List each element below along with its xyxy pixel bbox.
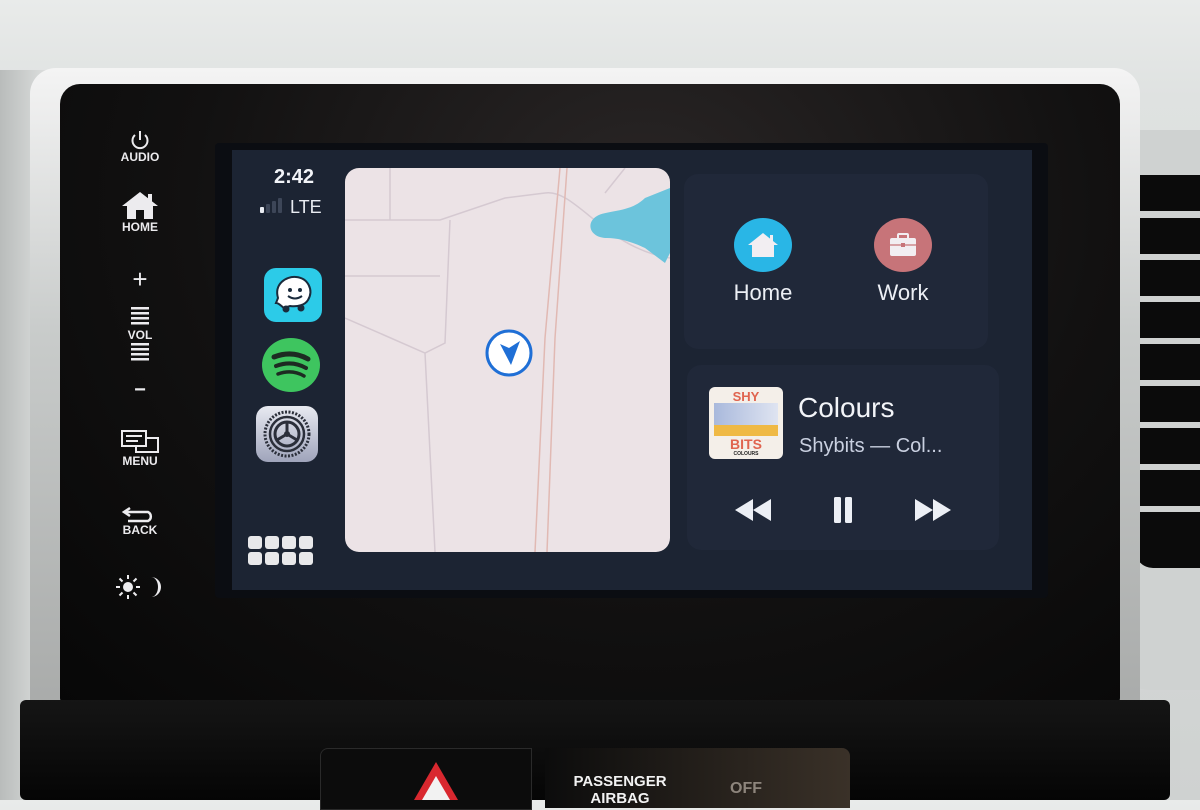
current-location-marker <box>485 329 533 377</box>
power-icon <box>131 131 149 150</box>
waze-icon <box>274 275 312 313</box>
signal-strength-icon <box>260 198 282 213</box>
day-night-button[interactable] <box>95 574 185 600</box>
album-art-sky <box>714 403 778 425</box>
audio-label: AUDIO <box>120 150 160 164</box>
destination-label: Home <box>733 280 793 305</box>
water-body <box>590 188 670 263</box>
dock-app-waze[interactable] <box>264 268 322 322</box>
map-roads <box>345 168 670 552</box>
album-art-top-text: SHY <box>732 389 760 404</box>
vent-slot <box>1135 344 1200 380</box>
destinations-card: Home Work <box>684 174 988 349</box>
home-hard-button[interactable]: HOME <box>95 190 185 234</box>
network-type: LTE <box>290 197 322 217</box>
now-playing-card[interactable]: SHY BITS COLOURS Colours Shybits — Col..… <box>687 365 999 550</box>
map-view[interactable] <box>345 168 670 552</box>
airbag-line1: PASSENGER <box>573 773 667 790</box>
work-destination-circle <box>874 218 932 272</box>
dock-app-spotify[interactable] <box>262 338 320 392</box>
destination-work[interactable]: Work <box>848 218 958 306</box>
track-artist-album: Shybits — Col... <box>799 435 943 457</box>
back-hard-button[interactable]: BACK <box>95 505 185 537</box>
audio-power-button[interactable]: AUDIO <box>95 130 185 164</box>
home-icon <box>748 233 778 257</box>
airbag-line2: AIRBAG <box>590 790 650 807</box>
pause-button[interactable] <box>823 493 863 527</box>
home-label: HOME <box>122 220 158 234</box>
briefcase-icon <box>890 233 916 256</box>
home-destination-circle <box>734 218 792 272</box>
vent-slot <box>1135 428 1200 464</box>
volume-down-button[interactable]: − <box>95 379 185 401</box>
airbag-indicator-label: PASSENGER AIRBAG <box>565 773 675 807</box>
menu-hard-button[interactable]: MENU <box>95 430 185 468</box>
vent-slot <box>1135 512 1200 568</box>
carplay-screen: 2:42 LTE Home Work SHY BITS COLOURS Colo… <box>232 150 1032 590</box>
album-art-bottom-text: BITS <box>730 436 762 452</box>
minus-icon: − <box>134 379 146 401</box>
menu-label: MENU <box>122 454 158 468</box>
vent-slot <box>1135 175 1200 211</box>
vent-slot <box>1135 470 1200 506</box>
sun-moon-icon <box>116 575 161 599</box>
spotify-icon <box>271 351 311 378</box>
volume-bars-icon <box>131 343 149 361</box>
fast-forward-button[interactable] <box>913 493 953 527</box>
settings-gear-icon <box>263 410 311 458</box>
dock-app-settings[interactable] <box>256 406 318 462</box>
status-time: 2:42 <box>274 166 315 188</box>
volume-label: VOL <box>127 328 153 342</box>
home-icon <box>122 192 158 219</box>
destination-label: Work <box>877 280 929 305</box>
volume-control[interactable]: VOL <box>95 306 185 364</box>
airbag-off-indicator: OFF <box>730 780 762 797</box>
album-art-caption: COLOURS <box>733 451 759 457</box>
vent-slot <box>1135 302 1200 338</box>
volume-bars-icon <box>131 307 149 325</box>
vent-slot <box>1135 260 1200 296</box>
fast-forward-icon <box>915 499 951 521</box>
vent-slot <box>1135 218 1200 254</box>
album-art[interactable]: SHY BITS COLOURS <box>709 387 783 459</box>
rewind-icon <box>735 499 771 521</box>
plus-icon: + <box>132 264 148 294</box>
volume-up-button[interactable]: + <box>95 266 185 292</box>
destination-home[interactable]: Home <box>708 218 818 306</box>
hazard-icon-inner <box>422 776 450 800</box>
rewind-button[interactable] <box>733 493 773 527</box>
track-title: Colours <box>798 392 895 423</box>
app-grid-button[interactable] <box>248 536 313 565</box>
menu-icon <box>121 430 159 453</box>
pause-icon <box>834 497 852 523</box>
album-art-sand <box>714 425 778 436</box>
back-arrow-icon <box>121 506 153 523</box>
vent-slot <box>1135 386 1200 422</box>
back-label: BACK <box>122 523 158 537</box>
